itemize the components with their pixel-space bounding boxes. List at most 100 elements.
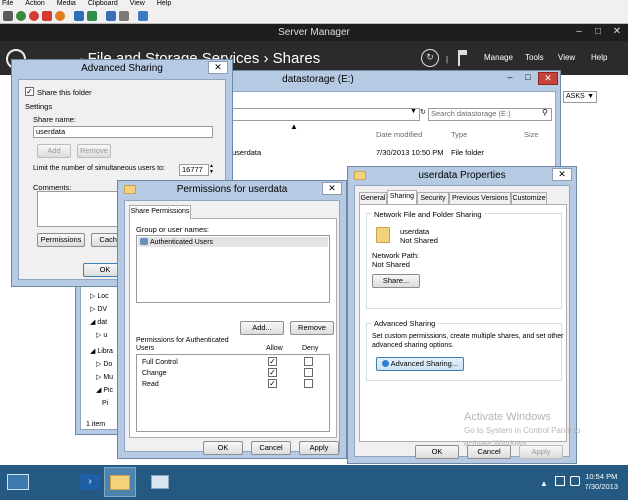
refresh-icon[interactable]: ↻ xyxy=(420,108,426,116)
change-allow-checkbox[interactable]: ✓ xyxy=(268,368,277,377)
nav-item-pictures-sub[interactable]: Pi xyxy=(90,397,113,410)
close-icon[interactable]: ✕ xyxy=(208,61,228,74)
nav-item-datastorage[interactable]: ◢ dat xyxy=(90,316,113,329)
powershell-icon[interactable]: › xyxy=(74,467,106,497)
permissions-body: Share Permissions Group or user names: A… xyxy=(124,200,340,455)
power-icon[interactable] xyxy=(55,10,65,21)
deny-header: Deny xyxy=(302,345,319,352)
close-icon[interactable]: ✕ xyxy=(608,25,626,39)
vm-menu-file[interactable]: File xyxy=(2,0,13,8)
play-icon[interactable] xyxy=(87,10,97,21)
menu-manage[interactable]: Manage xyxy=(484,53,513,62)
column-date-modified[interactable]: Date modified xyxy=(376,130,422,139)
revert-icon[interactable] xyxy=(119,10,129,21)
nav-item-dvd[interactable]: ▷ DV xyxy=(90,303,113,316)
menu-help[interactable]: Help xyxy=(591,53,607,62)
minimize-icon[interactable]: – xyxy=(500,72,520,85)
menu-view[interactable]: View xyxy=(558,53,575,62)
vm-menu-media[interactable]: Media xyxy=(57,0,76,8)
remove-button[interactable]: Remove xyxy=(290,321,334,335)
start-icon[interactable] xyxy=(16,10,26,21)
tray-up-arrow-icon[interactable]: ▲ xyxy=(540,479,548,488)
nav-item-userdata[interactable]: ▷ u xyxy=(90,329,113,342)
remove-button[interactable]: Remove xyxy=(77,144,111,158)
shield-icon xyxy=(381,360,389,367)
network-path-value: Not Shared xyxy=(372,260,410,269)
close-icon[interactable]: ✕ xyxy=(552,168,572,181)
server-manager-taskbar-icon[interactable] xyxy=(2,467,34,497)
read-allow-checkbox[interactable]: ✓ xyxy=(268,379,277,388)
dropdown-arrow-icon[interactable]: ▼ xyxy=(410,108,417,115)
nav-item-local[interactable]: ▷ Loc xyxy=(90,290,113,303)
tab-security[interactable]: Security xyxy=(417,192,449,204)
tasks-dropdown[interactable]: ASKS ▼ xyxy=(563,91,597,103)
refresh-icon[interactable]: ↻ xyxy=(421,49,439,67)
add-button[interactable]: Add xyxy=(37,144,71,158)
file-explorer-taskbar-icon[interactable] xyxy=(104,467,136,497)
network-path-label: Network Path: xyxy=(372,251,420,260)
ctrl-alt-del-icon[interactable] xyxy=(3,10,13,21)
advanced-sharing-desc-1: Set custom permissions, create multiple … xyxy=(372,333,564,340)
folder-status: Not Shared xyxy=(400,236,438,245)
flag-shape xyxy=(460,50,467,55)
share-name-field[interactable]: userdata xyxy=(33,126,213,138)
network-sharing-icon[interactable] xyxy=(144,467,176,497)
advanced-sharing-desc-2: advanced sharing options. xyxy=(372,342,454,349)
apply-button[interactable]: Apply xyxy=(299,441,339,455)
full-control-deny-checkbox[interactable] xyxy=(304,357,313,366)
turn-off-icon[interactable] xyxy=(29,10,39,21)
pause-icon[interactable] xyxy=(74,10,84,21)
vm-menu-help[interactable]: Help xyxy=(157,0,171,8)
nav-item-documents[interactable]: ▷ Do xyxy=(90,358,113,371)
cancel-button[interactable]: Cancel xyxy=(251,441,291,455)
list-item[interactable]: Authenticated Users xyxy=(138,237,328,247)
vm-menu-view[interactable]: View xyxy=(130,0,145,8)
tab-general[interactable]: General xyxy=(359,192,387,204)
nav-item-libraries[interactable]: ◢ Libra xyxy=(90,345,113,358)
advanced-sharing-button[interactable]: Advanced Sharing... xyxy=(376,357,464,371)
minimize-icon[interactable]: – xyxy=(570,25,588,39)
share-name-label: Share name: xyxy=(33,115,76,124)
tab-sharing[interactable]: Sharing xyxy=(387,190,417,204)
clock[interactable]: 10:54 PM 7/30/2013 xyxy=(585,472,618,492)
change-deny-checkbox[interactable] xyxy=(304,368,313,377)
volume-icon[interactable] xyxy=(570,476,580,486)
share-folder-checkbox[interactable]: ✓ xyxy=(25,87,34,96)
dropdown-arrow-icon: ▼ xyxy=(587,93,594,100)
folder-icon xyxy=(376,227,390,243)
permissions-button[interactable]: Permissions xyxy=(37,233,85,247)
vm-menu-action[interactable]: Action xyxy=(25,0,44,8)
perm-row-change: Change xyxy=(142,370,167,377)
ok-button[interactable]: OK xyxy=(415,445,459,459)
close-icon[interactable]: ✕ xyxy=(538,72,558,85)
column-type[interactable]: Type xyxy=(451,130,467,139)
read-deny-checkbox[interactable] xyxy=(304,379,313,388)
vm-menu-clipboard[interactable]: Clipboard xyxy=(88,0,118,8)
full-control-allow-checkbox[interactable]: ✓ xyxy=(268,357,277,366)
tab-customize[interactable]: Customize xyxy=(511,192,547,204)
clock-time: 10:54 PM xyxy=(585,472,618,481)
tab-share-permissions[interactable]: Share Permissions xyxy=(129,205,191,219)
network-icon[interactable] xyxy=(555,476,565,486)
nav-item-pictures[interactable]: ◢ Pic xyxy=(90,384,113,397)
maximize-icon[interactable]: □ xyxy=(518,72,538,85)
checkpoint-icon[interactable] xyxy=(106,10,116,21)
maximize-icon[interactable]: □ xyxy=(589,25,607,39)
stop-icon[interactable] xyxy=(42,10,52,21)
close-icon[interactable]: ✕ xyxy=(322,182,342,195)
advanced-sharing-group xyxy=(366,323,562,381)
search-input[interactable]: Search datastorage (E:) xyxy=(428,108,552,121)
limit-users-field[interactable]: 16777 xyxy=(179,164,209,176)
tab-previous-versions[interactable]: Previous Versions xyxy=(449,192,511,204)
permissions-dialog: Permissions for userdata ✕ Share Permiss… xyxy=(117,180,347,459)
column-size[interactable]: Size xyxy=(524,130,539,139)
nav-item-music[interactable]: ▷ Mu xyxy=(90,371,113,384)
file-row-name[interactable]: userdata xyxy=(232,148,261,157)
add-button[interactable]: Add... xyxy=(240,321,284,335)
separator-icon: | xyxy=(446,55,449,64)
spinner-icon[interactable]: ▲ ▼ xyxy=(209,163,215,177)
enhanced-session-icon[interactable] xyxy=(138,10,148,21)
menu-tools[interactable]: Tools xyxy=(525,53,544,62)
share-button[interactable]: Share... xyxy=(372,274,420,288)
ok-button[interactable]: OK xyxy=(203,441,243,455)
